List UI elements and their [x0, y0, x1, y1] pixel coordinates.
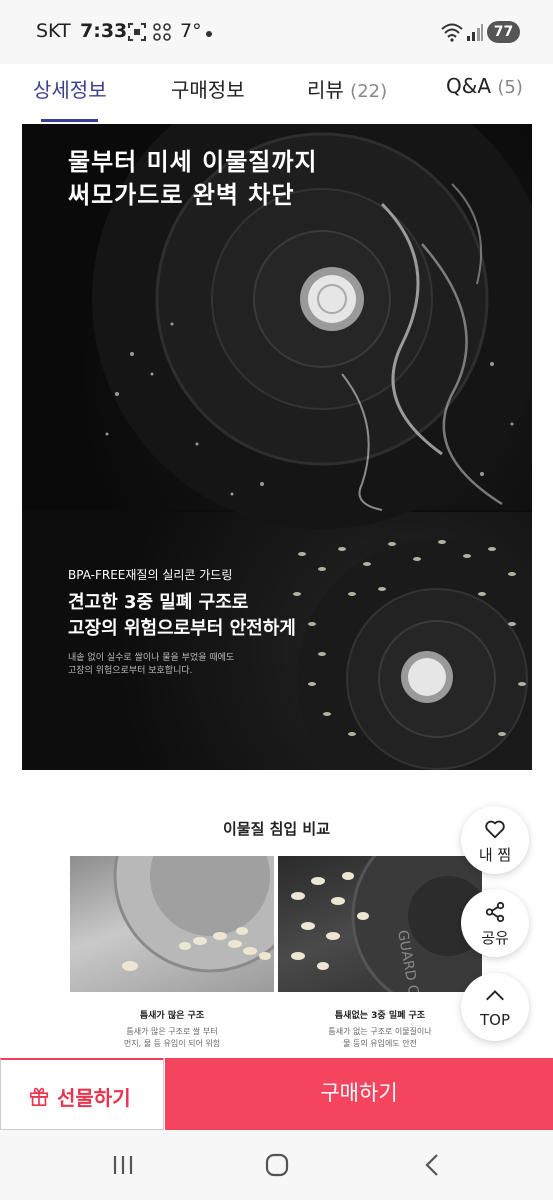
chevron-up-icon: [486, 990, 504, 1001]
notification-dot-icon: [206, 31, 212, 37]
product-tabs: 상세정보 구매정보 리뷰 (22) Q&A (5): [0, 64, 553, 122]
wifi-icon: [441, 23, 463, 42]
gift-button[interactable]: 선물하기: [0, 1058, 164, 1130]
status-bar: SKT 7:33 7° 77: [0, 0, 553, 64]
temperature-label: 7°: [180, 20, 202, 42]
hero-description-line1: 내솥 없이 실수로 쌀이나 물을 부었을 때에도: [68, 653, 235, 663]
tab-count: (22): [350, 81, 388, 102]
comparison-desc-gapped-line2: 먼지, 물 등 유입이 되어 위험: [123, 1039, 221, 1048]
scroll-top-label: TOP: [479, 1011, 510, 1029]
system-navigation-bar: [0, 1130, 553, 1200]
wishlist-button[interactable]: 내 찜: [461, 806, 529, 874]
back-icon[interactable]: [420, 1152, 446, 1178]
share-button[interactable]: 공유: [461, 889, 529, 957]
purchase-bar: 선물하기 구매하기: [0, 1058, 553, 1130]
hero-subtitle: 견고한 3중 밀폐 구조로 고장의 위험으로부터 안전하게: [68, 590, 296, 642]
carrier-label: SKT: [36, 20, 71, 42]
comparison-caption-gapped: 틈새가 많은 구조: [139, 1011, 205, 1021]
comparison-desc-gapped: 틈새가 많은 구조로 쌀 부터 먼지, 물 등 유입이 되어 위험: [70, 1026, 274, 1050]
home-icon[interactable]: [264, 1152, 290, 1178]
share-icon: [485, 901, 505, 923]
heart-icon: [485, 820, 505, 839]
hero-subtitle-line2: 고장의 위험으로부터 안전하게: [68, 618, 296, 639]
tab-label: 상세정보: [33, 78, 107, 102]
hero-headline-line1: 물부터 미세 이물질까지: [68, 148, 318, 176]
hero-subtitle-line1: 견고한 3중 밀폐 구조로: [68, 592, 249, 613]
app-grid-icon: [153, 23, 171, 41]
wishlist-label: 내 찜: [478, 846, 512, 864]
buy-button[interactable]: 구매하기: [165, 1058, 553, 1130]
tab-label: 구매정보: [171, 78, 245, 102]
tab-label: Q&A: [446, 74, 492, 98]
comparison-image-sealed: GUARD C: [278, 856, 482, 992]
signal-icon: [467, 24, 483, 41]
tab-count: (5): [497, 77, 523, 98]
active-tab-indicator: [41, 119, 98, 122]
battery-indicator: 77: [487, 21, 520, 43]
comparison-desc-sealed: 틈새가 없는 구조로 이물질이나 물 등의 유입에도 안전: [278, 1026, 482, 1050]
clock: 7:33: [80, 20, 128, 42]
product-detail-image: 물부터 미세 이물질까지 써모가드로 완벽 차단 BPA-FREE재질의 실리콘…: [22, 124, 532, 770]
comparison-image-gapped: [70, 856, 274, 992]
scroll-top-button[interactable]: TOP: [461, 973, 529, 1041]
hero-description: 내솥 없이 실수로 쌀이나 물을 부었을 때에도 고장의 위험으로부터 보호합니…: [68, 652, 234, 678]
tab-details[interactable]: 상세정보: [33, 74, 107, 103]
tab-qna[interactable]: Q&A (5): [446, 74, 523, 98]
comparison-caption-sealed: 틈새없는 3중 밀폐 구조: [334, 1011, 426, 1021]
tab-reviews[interactable]: 리뷰 (22): [307, 74, 387, 103]
tab-label: 리뷰: [307, 78, 344, 102]
screenshot-icon: [128, 23, 146, 41]
hero-headline-line2: 써모가드로 완벽 차단: [68, 181, 295, 209]
comparison-desc-gapped-line1: 틈새가 많은 구조로 쌀 부터: [126, 1027, 218, 1036]
gapped-lid-illustration: [113, 856, 274, 973]
tab-purchase-info[interactable]: 구매정보: [171, 74, 245, 103]
hero-headline: 물부터 미세 이물질까지 써모가드로 완벽 차단: [68, 146, 318, 212]
gift-label: 선물하기: [57, 1086, 131, 1110]
comparison-desc-sealed-line2: 물 등의 유입에도 안전: [343, 1039, 417, 1048]
share-label: 공유: [481, 929, 509, 947]
gift-icon: [29, 1087, 49, 1106]
sealed-lid-illustration: GUARD C: [291, 856, 482, 992]
hero-subtitle-small: BPA-FREE재질의 실리콘 가드링: [68, 568, 233, 582]
comparison-desc-sealed-line1: 틈새가 없는 구조로 이물질이나: [328, 1027, 432, 1036]
hero-description-line2: 고장의 위험으로부터 보호합니다.: [68, 666, 193, 676]
recent-apps-icon[interactable]: [110, 1152, 136, 1178]
